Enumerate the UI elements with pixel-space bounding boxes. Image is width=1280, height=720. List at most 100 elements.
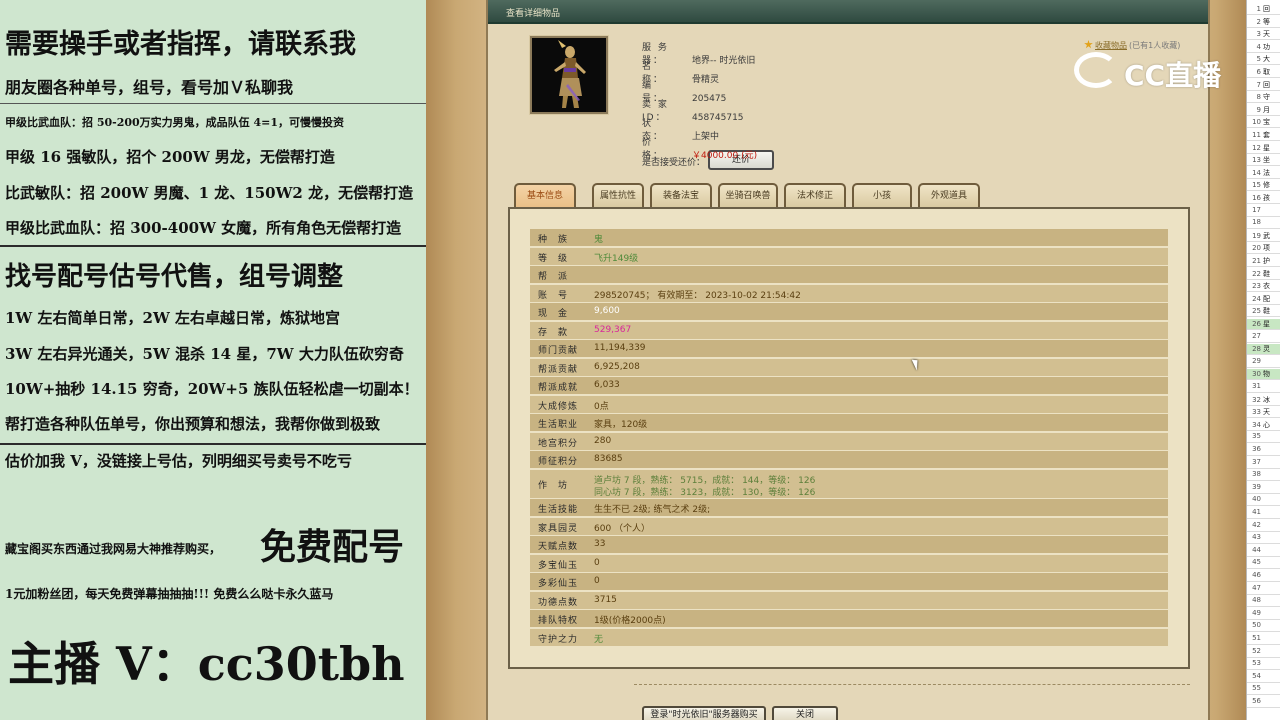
spreadsheet-row[interactable]: 19 武 <box>1247 231 1280 242</box>
cell-text: 孩 <box>1263 194 1270 202</box>
overlay-line-13: 免费配号 <box>260 526 405 568</box>
spreadsheet-row[interactable]: 13 坐 <box>1247 155 1280 167</box>
cell-text: 天 <box>1263 408 1270 417</box>
spreadsheet-row[interactable]: 17 <box>1247 206 1280 217</box>
spreadsheet-row[interactable]: 4功 <box>1247 42 1280 53</box>
spreadsheet-row[interactable]: 22 鞋 <box>1247 269 1280 280</box>
spreadsheet-row[interactable]: 14 法 <box>1247 168 1280 179</box>
spreadsheet-row[interactable]: 38 <box>1247 470 1280 482</box>
spreadsheet-row[interactable]: 30 物 <box>1247 369 1280 381</box>
spreadsheet-row[interactable]: 8守 <box>1247 92 1280 104</box>
divider <box>634 684 1190 685</box>
spreadsheet-row[interactable]: 37 <box>1247 458 1280 469</box>
favorite-link[interactable]: 收藏物品 (已有1人收藏) <box>1084 40 1180 51</box>
info-table-value: 0点 <box>594 401 609 412</box>
cell-text: 星 <box>1263 320 1270 328</box>
cell-text: 配 <box>1263 294 1270 303</box>
spreadsheet-row[interactable]: 15 修 <box>1247 180 1280 192</box>
tab-2[interactable]: 装备法宝 <box>650 183 712 208</box>
spreadsheet-row[interactable]: 49 <box>1247 609 1280 620</box>
info-table-value: 飞升149级 <box>594 253 639 264</box>
row-number: 35 <box>1252 432 1261 441</box>
spreadsheet-row[interactable]: 34 心 <box>1247 420 1280 431</box>
row-number: 33 <box>1252 408 1261 417</box>
tab-3[interactable]: 坐骑召唤兽 <box>718 183 778 208</box>
spreadsheet-row[interactable]: 48 <box>1247 596 1280 608</box>
spreadsheet-row[interactable]: 28 灵 <box>1247 344 1280 356</box>
spreadsheet-row[interactable]: 54 <box>1247 672 1280 683</box>
spreadsheet-row[interactable]: 35 <box>1247 432 1280 444</box>
tab-1[interactable]: 属性抗性 <box>592 183 644 208</box>
spreadsheet-row[interactable]: 31 <box>1247 382 1280 393</box>
item-info-row: 卖 家 ID： 458745715 <box>642 97 744 123</box>
row-number: 12 <box>1252 143 1261 152</box>
spreadsheet-row[interactable]: 55 <box>1247 684 1280 696</box>
spreadsheet-row[interactable]: 42 <box>1247 521 1280 532</box>
spreadsheet-row[interactable]: 3天 <box>1247 29 1280 41</box>
spreadsheet-row[interactable]: 41 <box>1247 508 1280 519</box>
spreadsheet-row[interactable]: 7回 <box>1247 80 1280 91</box>
spreadsheet-row[interactable]: 53 <box>1247 659 1280 671</box>
spreadsheet-row[interactable]: 56 <box>1247 697 1280 708</box>
row-number: 47 <box>1252 583 1261 592</box>
spreadsheet-row[interactable]: 47 <box>1247 584 1280 595</box>
tab-6[interactable]: 外观道具 <box>918 183 980 208</box>
spreadsheet-row[interactable]: 11 套 <box>1247 130 1280 141</box>
spreadsheet-row[interactable]: 43 <box>1247 533 1280 545</box>
tab-5[interactable]: 小孩 <box>852 183 912 208</box>
spreadsheet-row[interactable]: 1回 <box>1247 4 1280 15</box>
spreadsheet-row[interactable]: 26 星 <box>1247 319 1280 330</box>
row-number: 19 <box>1252 231 1261 240</box>
spreadsheet-row[interactable]: 5大 <box>1247 54 1280 66</box>
spreadsheet-row[interactable]: 52 <box>1247 647 1280 658</box>
cell-text: 星 <box>1263 143 1270 152</box>
spreadsheet-row[interactable]: 32 冰 <box>1247 395 1280 406</box>
spreadsheet-row[interactable]: 36 <box>1247 445 1280 456</box>
row-number: 28 <box>1252 345 1261 354</box>
spreadsheet-row[interactable]: 10 宝 <box>1247 117 1280 129</box>
spreadsheet-row[interactable]: 18 <box>1247 218 1280 230</box>
overlay-line-14: 1元加粉丝团，每天免费弹幕抽抽抽!!! 免费么么哒卡永久蓝马 <box>5 587 334 601</box>
spreadsheet-row[interactable]: 6取 <box>1247 67 1280 78</box>
spreadsheet-row[interactable]: 40 <box>1247 495 1280 507</box>
dialog-title-bar[interactable]: 查看详细物品 <box>488 0 1208 24</box>
close-button[interactable]: 关闭 <box>772 706 838 720</box>
spreadsheet-row[interactable]: 29 <box>1247 357 1280 368</box>
row-number: 46 <box>1252 571 1261 579</box>
info-table-label: 生活职业 <box>538 420 579 430</box>
tab-4[interactable]: 法术修正 <box>784 183 846 208</box>
spreadsheet-row[interactable]: 51 <box>1247 634 1280 645</box>
row-number: 22 <box>1252 269 1261 278</box>
row-number: 37 <box>1252 457 1261 466</box>
row-number: 29 <box>1252 356 1261 365</box>
spreadsheet-row[interactable]: 2等 <box>1247 17 1280 28</box>
cc-logo-icon <box>1074 52 1118 88</box>
spreadsheet-row[interactable]: 27 <box>1247 332 1280 343</box>
spreadsheet-row[interactable]: 33 天 <box>1247 407 1280 419</box>
cell-text: 等 <box>1263 17 1270 26</box>
spreadsheet-row[interactable]: 44 <box>1247 546 1280 557</box>
row-number: 5 <box>1256 55 1261 64</box>
spreadsheet-row[interactable]: 39 <box>1247 483 1280 494</box>
cell-text: 功 <box>1263 42 1270 51</box>
spreadsheet-row[interactable]: 24 配 <box>1247 294 1280 305</box>
item-info-row: 状 态： 上架中 <box>642 116 719 142</box>
row-number: 36 <box>1252 445 1261 453</box>
spreadsheet-row[interactable]: 46 <box>1247 571 1280 582</box>
spreadsheet-row[interactable]: 50 <box>1247 621 1280 633</box>
spreadsheet-row[interactable]: 20 项 <box>1247 243 1280 255</box>
spreadsheet-row[interactable]: 16 孩 <box>1247 193 1280 204</box>
tab-0[interactable]: 基本信息 <box>514 183 576 208</box>
row-number: 48 <box>1252 596 1261 605</box>
spreadsheet-row[interactable]: 45 <box>1247 558 1280 570</box>
spreadsheet-row[interactable]: 21 护 <box>1247 256 1280 267</box>
row-number: 11 <box>1252 131 1261 139</box>
spreadsheet-row[interactable]: 12 星 <box>1247 143 1280 154</box>
login-server-buy-button[interactable]: 登录"时光依旧"服务器购买 <box>642 706 766 720</box>
spreadsheet-row[interactable]: 9月 <box>1247 105 1280 116</box>
row-number: 34 <box>1252 420 1261 429</box>
spreadsheet-row[interactable]: 25 鞋 <box>1247 306 1280 318</box>
cell-text: 修 <box>1263 181 1270 190</box>
row-number: 44 <box>1252 545 1261 554</box>
spreadsheet-row[interactable]: 23 衣 <box>1247 281 1280 293</box>
